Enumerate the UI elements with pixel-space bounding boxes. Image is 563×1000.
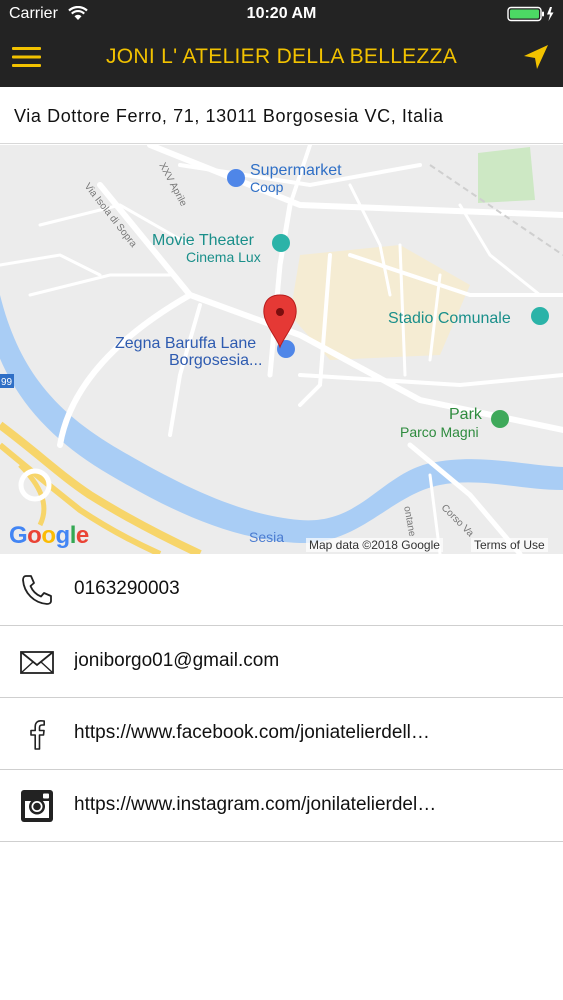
map-view[interactable]: Supermarket Coop Movie Theater Cinema Lu… — [0, 145, 563, 554]
map-label-parco: Parco Magni — [400, 424, 479, 440]
page-title: JONI L' ATELIER DELLA BELLEZZA — [105, 45, 458, 68]
hamburger-menu-icon[interactable] — [12, 44, 42, 70]
map-canvas[interactable] — [0, 145, 563, 554]
battery-icon — [507, 6, 554, 22]
map-label-sesia: Sesia — [249, 529, 285, 545]
map-label-movie-theater: Movie Theater — [152, 232, 254, 249]
map-label-road-99: 99 — [1, 377, 13, 388]
location-arrow-icon[interactable] — [521, 42, 551, 72]
contact-row-email[interactable]: joniborgo01@gmail.com — [0, 626, 563, 698]
address-row: Via Dottore Ferro, 71, 13011 Borgosesia … — [0, 87, 563, 144]
envelope-icon — [20, 651, 54, 674]
phone-icon — [22, 575, 52, 605]
instagram-icon — [21, 790, 53, 822]
contact-row-instagram[interactable]: https://www.instagram.com/jonilatelierde… — [0, 770, 563, 842]
address-text: Via Dottore Ferro, 71, 13011 Borgosesia … — [14, 106, 444, 126]
status-bar: Carrier 10:20 AM — [0, 0, 563, 28]
contact-row-phone[interactable]: 0163290003 — [0, 554, 563, 626]
status-time: 10:20 AM — [246, 5, 317, 22]
contact-row-facebook[interactable]: https://www.facebook.com/joniatelierdell… — [0, 698, 563, 770]
map-label-zegna-sub: Borgosesia... — [169, 352, 263, 369]
navigation-bar: JONI L' ATELIER DELLA BELLEZZA — [0, 28, 563, 87]
map-label-supermarket-sub: Coop — [250, 179, 284, 195]
google-logo: Google — [9, 522, 89, 549]
map-label-cinema: Cinema Lux — [186, 249, 261, 265]
facebook-url: https://www.facebook.com/joniatelierdell… — [74, 722, 430, 743]
map-label-zegna: Zegna Baruffa Lane — [115, 335, 257, 352]
phone-number: 0163290003 — [74, 578, 180, 599]
map-label-supermarket: Supermarket — [250, 162, 342, 179]
map-label-stadio: Stadio Comunale — [388, 310, 511, 327]
instagram-url: https://www.instagram.com/jonilatelierde… — [74, 794, 437, 815]
email-address: joniborgo01@gmail.com — [74, 650, 280, 671]
map-label-park: Park — [449, 406, 482, 423]
facebook-icon — [30, 720, 45, 750]
map-attribution: Map data ©2018 Google — [306, 538, 443, 552]
terms-of-use-link[interactable]: Terms of Use — [471, 538, 548, 552]
